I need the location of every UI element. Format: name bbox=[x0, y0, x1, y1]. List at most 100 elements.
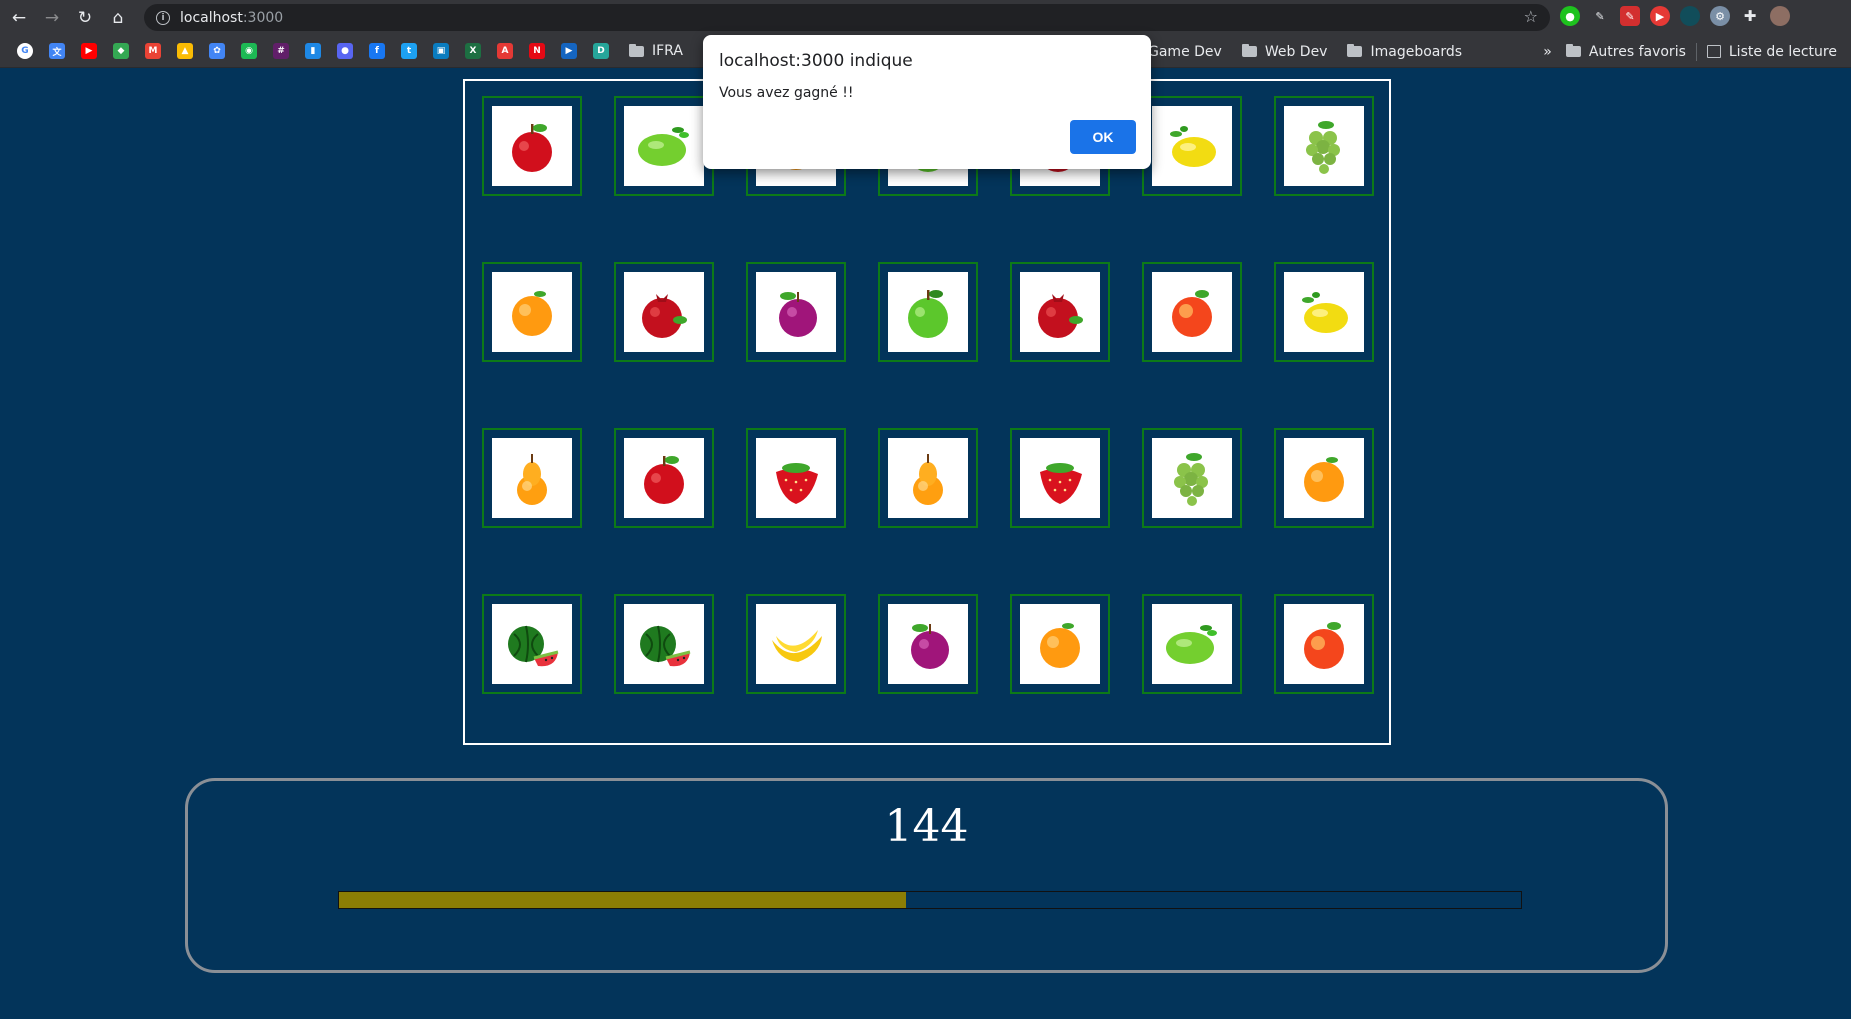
extensions-puzzle-icon[interactable]: ✚ bbox=[1740, 6, 1760, 26]
memory-card[interactable] bbox=[1274, 96, 1374, 196]
strawberry-icon bbox=[776, 463, 818, 504]
card-face bbox=[492, 604, 572, 684]
spotify-icon[interactable]: ◉ bbox=[241, 43, 257, 59]
extension-youtube-icon[interactable]: ▶ bbox=[1650, 6, 1670, 26]
gmail-icon[interactable]: M bbox=[145, 43, 161, 59]
ok-button[interactable]: OK bbox=[1070, 120, 1136, 154]
memory-card[interactable] bbox=[1010, 594, 1110, 694]
home-icon[interactable]: ⌂ bbox=[104, 4, 132, 32]
memory-card[interactable] bbox=[1010, 262, 1110, 362]
pdf-icon[interactable]: A bbox=[497, 43, 513, 59]
youtube-icon[interactable]: ▶ bbox=[81, 43, 97, 59]
folder-icon bbox=[1241, 44, 1257, 57]
folder-icon bbox=[1347, 44, 1363, 57]
reading-list-button[interactable]: Liste de lecture bbox=[1706, 44, 1837, 60]
extension-red-icon[interactable]: ✎ bbox=[1620, 6, 1640, 26]
back-icon[interactable]: ← bbox=[5, 4, 33, 32]
extension-pen-icon[interactable]: ✎ bbox=[1590, 6, 1610, 26]
other-favorites-folder[interactable]: Autres favoris bbox=[1565, 44, 1686, 60]
watermelon-icon bbox=[640, 625, 691, 667]
memory-card[interactable] bbox=[746, 594, 846, 694]
bookmark-folder-web-dev[interactable]: Web Dev bbox=[1241, 44, 1327, 60]
extension-dark-icon[interactable] bbox=[1680, 6, 1700, 26]
url-text[interactable]: localhost:3000 bbox=[180, 10, 283, 26]
bookmark-folder-game-dev[interactable]: Game Dev bbox=[1148, 44, 1222, 60]
bookmark-folder-imageboards[interactable]: Imageboards bbox=[1347, 44, 1462, 60]
grapes-icon bbox=[1174, 453, 1208, 506]
card-face bbox=[1284, 604, 1364, 684]
monitor-icon[interactable]: ▣ bbox=[433, 43, 449, 59]
score-panel: 144 bbox=[185, 778, 1668, 973]
memory-card[interactable] bbox=[1274, 428, 1374, 528]
plum-icon bbox=[911, 624, 949, 669]
memory-card[interactable] bbox=[1010, 428, 1110, 528]
play-icon[interactable]: ▶ bbox=[561, 43, 577, 59]
bookmark-star-icon[interactable]: ☆ bbox=[1524, 7, 1538, 26]
banana-icon bbox=[772, 630, 822, 662]
memory-card[interactable] bbox=[1142, 428, 1242, 528]
slack-icon[interactable]: # bbox=[273, 43, 289, 59]
memory-card[interactable] bbox=[614, 428, 714, 528]
memory-card[interactable] bbox=[878, 262, 978, 362]
site-info-icon[interactable]: i bbox=[156, 10, 170, 25]
memory-card[interactable] bbox=[1142, 594, 1242, 694]
plum-icon bbox=[779, 292, 817, 337]
memory-card[interactable] bbox=[746, 262, 846, 362]
score-value: 144 bbox=[884, 801, 969, 852]
memory-card[interactable] bbox=[878, 594, 978, 694]
memory-card[interactable] bbox=[1274, 262, 1374, 362]
d-icon[interactable]: D bbox=[593, 43, 609, 59]
reload-icon[interactable]: ↻ bbox=[71, 4, 99, 32]
card-face bbox=[492, 438, 572, 518]
photos-icon[interactable]: ✿ bbox=[209, 43, 225, 59]
memory-card[interactable] bbox=[1142, 262, 1242, 362]
orange-icon bbox=[1304, 457, 1344, 502]
lemon-icon bbox=[1302, 292, 1348, 333]
more-bookmarks-button[interactable]: » bbox=[1543, 44, 1552, 60]
excel-icon[interactable]: X bbox=[465, 43, 481, 59]
apple-icon bbox=[512, 124, 552, 172]
memory-card[interactable] bbox=[614, 96, 714, 196]
card-face bbox=[624, 106, 704, 186]
separator bbox=[1695, 42, 1697, 61]
memory-card[interactable] bbox=[878, 428, 978, 528]
folder-icon bbox=[629, 43, 644, 57]
bar-icon[interactable]: ▮ bbox=[305, 43, 321, 59]
discord-icon[interactable]: ● bbox=[337, 43, 353, 59]
memory-card[interactable] bbox=[482, 262, 582, 362]
memory-card[interactable] bbox=[746, 428, 846, 528]
dialog-title: localhost:3000 indique bbox=[719, 51, 913, 71]
twitter-icon[interactable]: t bbox=[401, 43, 417, 59]
memory-card[interactable] bbox=[482, 428, 582, 528]
memory-card[interactable] bbox=[482, 594, 582, 694]
facebook-icon[interactable]: f bbox=[369, 43, 385, 59]
pear-icon bbox=[517, 454, 547, 505]
bookmarks-right: » Autres favoris Liste de lecture bbox=[1543, 35, 1837, 68]
translate-icon[interactable]: 文 bbox=[49, 43, 65, 59]
pomegranate-icon bbox=[1038, 294, 1083, 338]
card-face bbox=[624, 604, 704, 684]
extension-gear-icon[interactable]: ⚙ bbox=[1710, 6, 1730, 26]
card-face bbox=[1020, 604, 1100, 684]
card-face bbox=[1284, 272, 1364, 352]
profile-avatar[interactable] bbox=[1770, 6, 1790, 26]
bookmark-folder-ifra[interactable]: IFRA bbox=[629, 43, 683, 59]
memory-card[interactable] bbox=[482, 96, 582, 196]
drive-icon[interactable]: ▲ bbox=[177, 43, 193, 59]
card-face bbox=[1020, 438, 1100, 518]
memory-card[interactable] bbox=[614, 594, 714, 694]
maps-icon[interactable]: ◆ bbox=[113, 43, 129, 59]
orange-icon bbox=[1040, 623, 1080, 668]
browser-toolbar: ← → ↻ ⌂ i localhost:3000 ☆ ● ✎ ✎ ▶ ⚙ ✚ bbox=[0, 0, 1851, 35]
card-face bbox=[1284, 438, 1364, 518]
pomegranate-icon bbox=[642, 294, 687, 338]
netflix-icon[interactable]: N bbox=[529, 43, 545, 59]
forward-icon[interactable]: → bbox=[38, 4, 66, 32]
google-icon[interactable]: G bbox=[17, 43, 33, 59]
extension-green-icon[interactable]: ● bbox=[1560, 6, 1580, 26]
memory-card[interactable] bbox=[614, 262, 714, 362]
memory-card[interactable] bbox=[1274, 594, 1374, 694]
address-bar[interactable]: i localhost:3000 ☆ bbox=[144, 4, 1550, 31]
green-apple-icon bbox=[908, 290, 948, 338]
memory-card[interactable] bbox=[1142, 96, 1242, 196]
